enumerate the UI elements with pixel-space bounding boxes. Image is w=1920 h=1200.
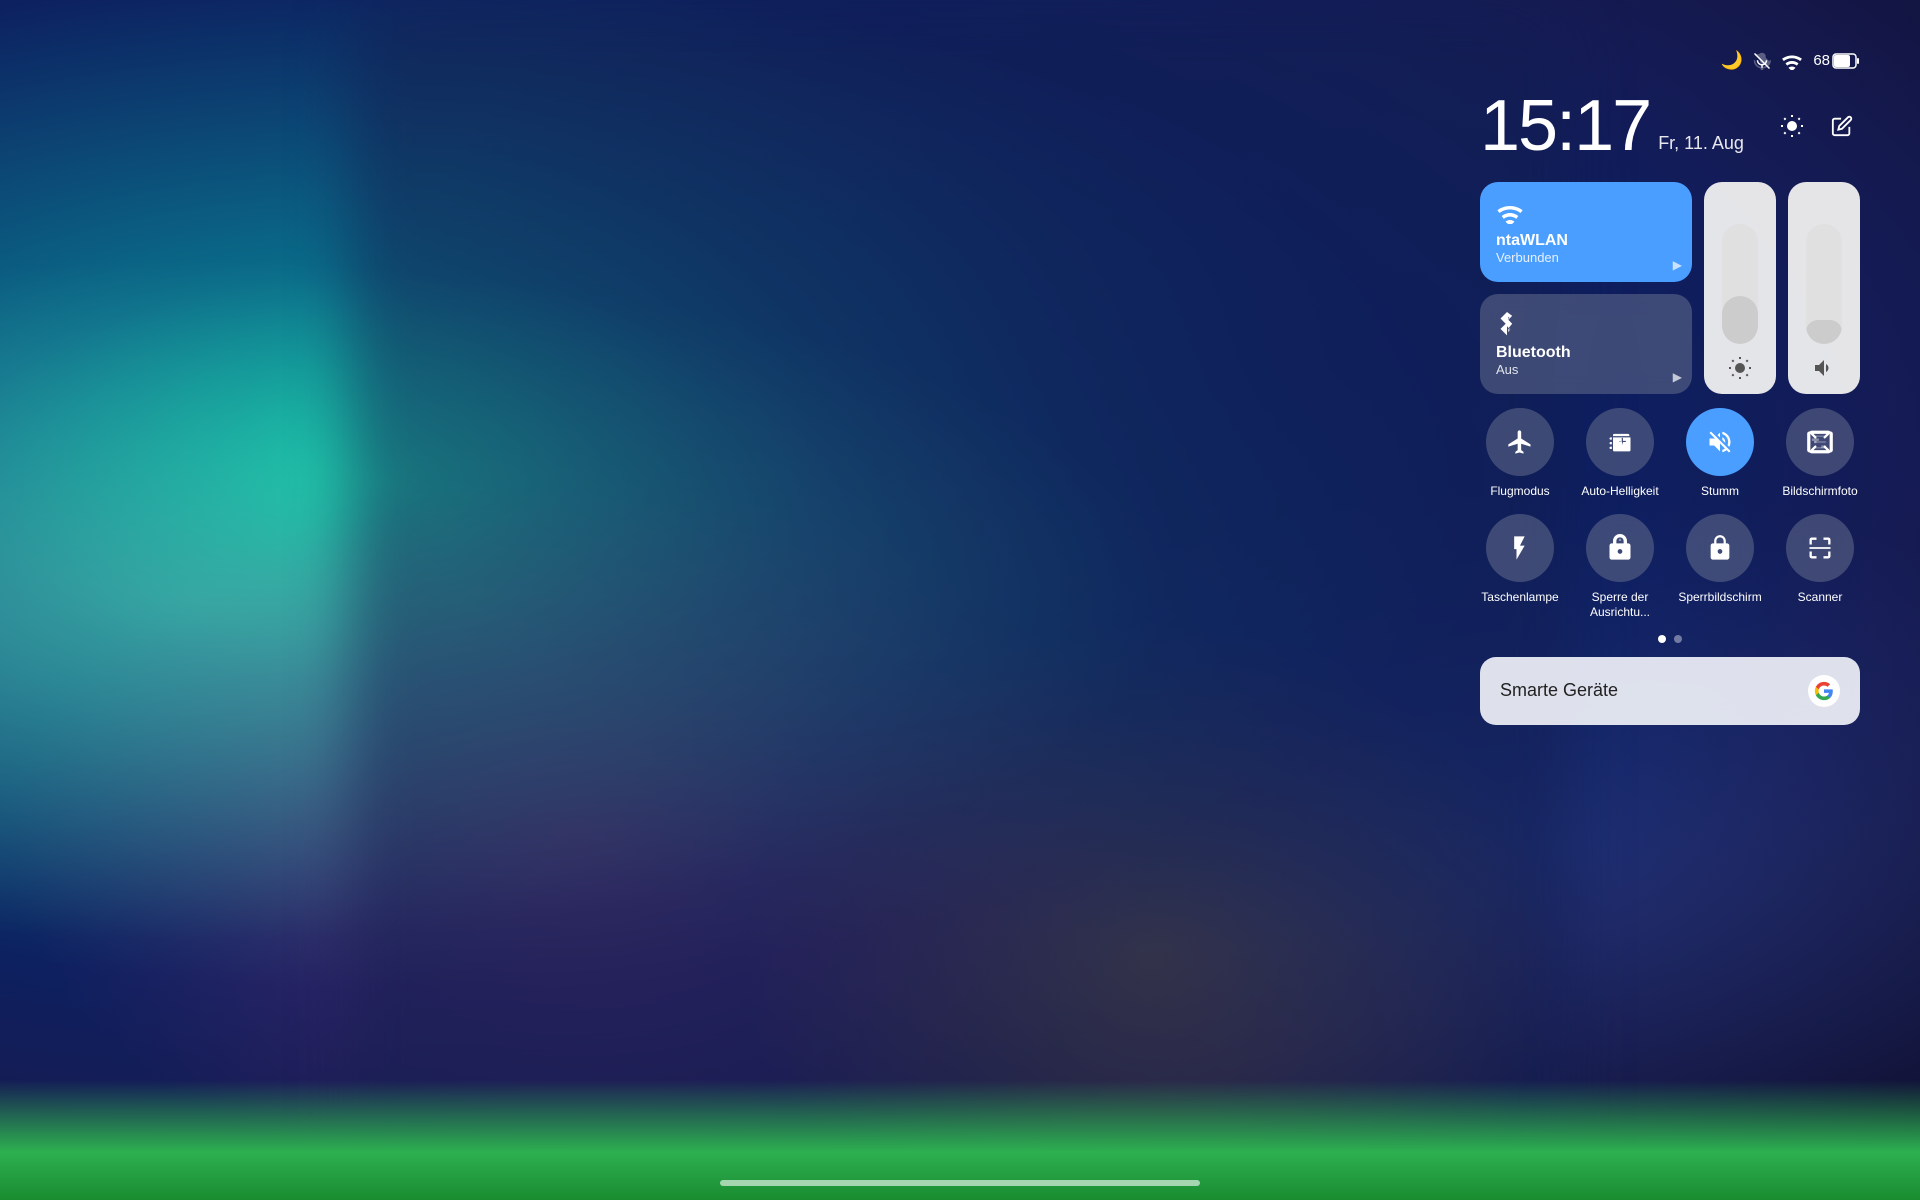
bildschirmfoto-icon [1786, 408, 1854, 476]
battery-level: 68 [1813, 52, 1830, 69]
volume-slider-tile[interactable] [1788, 182, 1860, 394]
wifi-expand-icon: ▶ [1673, 258, 1682, 272]
scanner-label: Scanner [1798, 590, 1843, 606]
bluetooth-tile-title: Bluetooth [1496, 344, 1676, 362]
sperre-ausrichtung-label: Sperre der Ausrichtu... [1580, 590, 1660, 621]
quick-actions-row2: Taschenlampe Sperre der Ausrichtu... [1480, 514, 1860, 621]
taschenlampe-button[interactable]: Taschenlampe [1480, 514, 1560, 621]
stumm-label: Stumm [1701, 484, 1739, 500]
smart-devices-label: Smarte Geräte [1500, 680, 1618, 701]
volume-slider-icon [1812, 354, 1836, 380]
wifi-tile[interactable]: ntaWLAN Verbunden ▶ [1480, 182, 1692, 282]
google-icon [1808, 675, 1840, 707]
muted-icon [1753, 50, 1771, 71]
scanner-icon [1786, 514, 1854, 582]
stumm-icon [1686, 408, 1754, 476]
brightness-icon[interactable] [1774, 108, 1810, 144]
auto-helligkeit-button[interactable]: A Auto-Helligkeit [1580, 408, 1660, 500]
flugmodus-label: Flugmodus [1490, 484, 1549, 500]
wifi-tile-subtitle: Verbunden [1496, 250, 1676, 265]
bg-device [350, 0, 1570, 1200]
auto-helligkeit-label: Auto-Helligkeit [1581, 484, 1658, 500]
bildschirmfoto-label: Bildschirmfoto [1782, 484, 1857, 500]
flugmodus-button[interactable]: Flugmodus [1480, 408, 1560, 500]
volume-fill [1806, 320, 1842, 344]
taschenlampe-label: Taschenlampe [1481, 590, 1558, 606]
bluetooth-tile-icon [1496, 310, 1676, 338]
tiles-section: ntaWLAN Verbunden ▶ Bluetooth Aus ▶ [1480, 182, 1860, 394]
brightness-slider-tile[interactable] [1704, 182, 1776, 394]
svg-text:A: A [1617, 438, 1624, 448]
brightness-fill [1722, 296, 1758, 344]
wifi-tile-title: ntaWLAN [1496, 232, 1676, 250]
wifi-status-icon [1781, 50, 1803, 71]
status-bar: 🌙 68 [1721, 50, 1860, 71]
stumm-button[interactable]: Stumm [1680, 408, 1760, 500]
time-display: 15:17 [1480, 90, 1650, 162]
bildschirmfoto-button[interactable]: Bildschirmfoto [1780, 408, 1860, 500]
auto-helligkeit-icon: A [1586, 408, 1654, 476]
bluetooth-expand-icon: ▶ [1673, 370, 1682, 384]
edit-icon[interactable] [1824, 108, 1860, 144]
time-header: 15:17 Fr, 11. Aug [1480, 90, 1860, 162]
header-icons [1774, 108, 1860, 144]
bluetooth-tile-subtitle: Aus [1496, 362, 1676, 377]
scanner-button[interactable]: Scanner [1780, 514, 1860, 621]
taschenlampe-icon [1486, 514, 1554, 582]
battery-icon: 68 [1813, 50, 1860, 71]
bluetooth-tile[interactable]: Bluetooth Aus ▶ [1480, 294, 1692, 394]
tiles-left: ntaWLAN Verbunden ▶ Bluetooth Aus ▶ [1480, 182, 1692, 394]
moon-icon: 🌙 [1721, 50, 1743, 71]
control-center: 15:17 Fr, 11. Aug [1480, 90, 1860, 725]
sperrbildschirm-icon [1686, 514, 1754, 582]
brightness-slider-icon [1728, 354, 1752, 380]
volume-track [1806, 224, 1842, 344]
sperrbildschirm-button[interactable]: Sperrbildschirm [1680, 514, 1760, 621]
brightness-track [1722, 224, 1758, 344]
date-display: Fr, 11. Aug [1658, 133, 1744, 162]
page-dots [1480, 635, 1860, 643]
smart-devices-bar[interactable]: Smarte Geräte [1480, 657, 1860, 725]
sperrbildschirm-label: Sperrbildschirm [1678, 590, 1761, 606]
dot-2[interactable] [1674, 635, 1682, 643]
flugmodus-icon [1486, 408, 1554, 476]
home-indicator [720, 1180, 1200, 1186]
sperre-ausrichtung-icon [1586, 514, 1654, 582]
quick-actions-row1: Flugmodus A Auto-Helligkeit Stumm [1480, 408, 1860, 500]
wifi-tile-icon [1496, 198, 1676, 226]
sperre-ausrichtung-button[interactable]: Sperre der Ausrichtu... [1580, 514, 1660, 621]
dot-1[interactable] [1658, 635, 1666, 643]
